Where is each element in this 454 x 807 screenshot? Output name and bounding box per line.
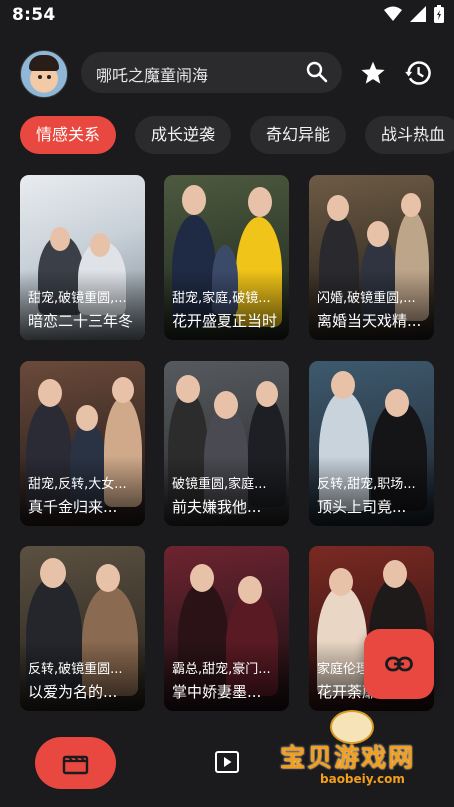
drama-card[interactable]: 反转,甜宠,职场... 顶头上司竟... [309, 361, 434, 526]
drama-title: 掌中娇妻墨... [172, 683, 262, 701]
drama-title: 顶头上司竟... [317, 498, 407, 516]
drama-card[interactable]: 甜宠,反转,大女... 真千金归来... [20, 361, 145, 526]
chip-growth[interactable]: 成长逆袭 [135, 116, 232, 154]
link-fab-button[interactable] [364, 629, 434, 699]
drama-tags: 破镜重圆,家庭... [172, 477, 267, 492]
drama-title: 暗恋二十三年冬 [28, 312, 134, 330]
search-bar[interactable]: 哪吒之魔童闹海 [81, 52, 342, 93]
drama-title: 前夫嫌我他... [172, 498, 262, 516]
status-bar: 8:54 [0, 0, 454, 32]
drama-title: 真千金归来... [28, 498, 118, 516]
drama-card[interactable]: 破镜重圆,家庭... 前夫嫌我他... [164, 361, 289, 526]
search-icon[interactable] [306, 61, 328, 83]
watermark: 宝贝游戏网 baobeiy.com [280, 708, 430, 800]
watermark-url: baobeiy.com [320, 772, 405, 786]
drama-title: 以爱为名的... [28, 683, 118, 701]
wifi-icon [384, 6, 402, 21]
user-avatar[interactable] [20, 50, 68, 98]
status-icons [384, 5, 444, 23]
clapperboard-icon [62, 755, 89, 775]
drama-title: 离婚当天戏精... [317, 312, 422, 330]
link-icon [385, 656, 413, 672]
drama-tags: 霸总,甜宠,豪门... [172, 662, 271, 677]
battery-icon [434, 5, 444, 23]
drama-title: 花开盛夏正当时 [172, 312, 278, 330]
play-video-icon[interactable] [214, 750, 240, 774]
chip-emotional[interactable]: 情感关系 [20, 116, 117, 154]
favorites-star-icon[interactable] [360, 60, 386, 86]
drama-tags: 反转,甜宠,职场... [317, 477, 416, 492]
drama-tags: 甜宠,反转,大女... [28, 477, 127, 492]
history-icon[interactable] [404, 59, 432, 87]
drama-card[interactable]: 甜宠,家庭,破镜... 花开盛夏正当时 [164, 175, 289, 340]
drama-card[interactable]: 霸总,甜宠,豪门... 掌中娇妻墨... [164, 546, 289, 711]
drama-tags: 甜宠,家庭,破镜... [172, 291, 271, 306]
signal-icon [410, 6, 426, 22]
status-time: 8:54 [12, 5, 56, 25]
watermark-text: 宝贝游戏网 [280, 743, 416, 772]
top-bar: 哪吒之魔童闹海 [0, 48, 454, 100]
drama-tags: 闪婚,破镜重圆,... [317, 291, 416, 306]
nav-theater-tab[interactable] [35, 737, 116, 789]
drama-card[interactable]: 甜宠,破镜重圆,... 暗恋二十三年冬 [20, 175, 145, 340]
search-query[interactable]: 哪吒之魔童闹海 [96, 62, 208, 86]
drama-tags: 反转,破镜重圆... [28, 662, 123, 677]
category-chips: 情感关系 成长逆袭 奇幻异能 战斗热血 [20, 116, 454, 156]
chip-fantasy[interactable]: 奇幻异能 [250, 116, 347, 154]
drama-card[interactable]: 反转,破镜重圆... 以爱为名的... [20, 546, 145, 711]
chip-battle[interactable]: 战斗热血 [365, 116, 454, 154]
drama-tags: 甜宠,破镜重圆,... [28, 291, 127, 306]
drama-card[interactable]: 闪婚,破镜重圆,... 离婚当天戏精... [309, 175, 434, 340]
